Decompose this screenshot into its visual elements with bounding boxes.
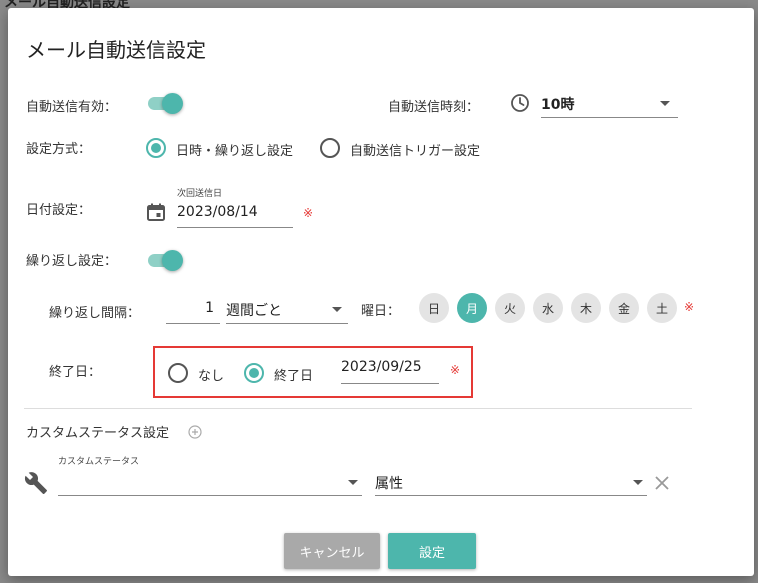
auto-send-time-label: 自動送信時刻： <box>388 100 480 115</box>
weekday-sun[interactable]: 日 <box>419 293 449 323</box>
setting-method-label: 設定方式： <box>26 142 92 157</box>
save-settings-button[interactable]: 設定 <box>388 533 476 569</box>
cancel-button[interactable]: キャンセル <box>284 533 380 569</box>
wrench-icon <box>24 472 47 494</box>
mail-auto-send-dialog: メール自動送信設定 自動送信有効： 自動送信時刻： 10時 設定方式： 日時・繰… <box>8 8 754 576</box>
next-send-date-value: 2023/08/14 <box>177 204 258 220</box>
custom-status-section-title: カスタムステータス設定 <box>26 426 170 441</box>
next-send-date-input[interactable]: 2023/08/14 <box>177 200 293 228</box>
add-circle-icon[interactable] <box>188 425 202 439</box>
end-option-date-label: 終了日 <box>274 369 314 384</box>
repeat-unit-value: 週間ごと <box>226 303 282 319</box>
custom-status-select[interactable] <box>58 468 362 496</box>
attribute-placeholder: 属性 <box>375 476 403 492</box>
repeat-unit-select[interactable]: 週間ごと <box>226 294 348 324</box>
end-radio-none[interactable] <box>168 363 188 383</box>
end-option-none-label: なし <box>198 369 225 384</box>
repeat-interval-label: 繰り返し間隔： <box>49 306 141 321</box>
repeat-setting-toggle[interactable] <box>146 249 184 271</box>
auto-send-time-value: 10時 <box>541 97 575 113</box>
toggle-thumb <box>162 93 183 114</box>
weekday-mon[interactable]: 月 <box>457 293 487 323</box>
date-setting-label: 日付設定： <box>26 203 92 218</box>
calendar-icon[interactable] <box>146 202 166 222</box>
custom-status-field-label: カスタムステータス <box>58 457 140 467</box>
auto-send-enabled-label: 自動送信有効： <box>26 100 118 115</box>
weekday-fri[interactable]: 金 <box>609 293 639 323</box>
repeat-setting-label: 繰り返し設定： <box>26 254 118 269</box>
dialog-title: メール自動送信設定 <box>26 38 206 62</box>
end-date-value: 2023/09/25 <box>341 359 422 375</box>
section-divider <box>24 408 692 409</box>
clock-icon <box>511 94 529 112</box>
end-radio-date[interactable] <box>244 363 264 383</box>
method-option-datetime-label: 日時・繰り返し設定 <box>176 144 294 159</box>
required-mark: ※ <box>684 300 695 314</box>
chevron-down-icon <box>332 307 342 312</box>
repeat-interval-input[interactable]: 1 <box>166 294 220 324</box>
method-option-trigger-label: 自動送信トリガー設定 <box>350 144 481 159</box>
method-radio-datetime[interactable] <box>146 138 166 158</box>
auto-send-time-select[interactable]: 10時 <box>541 90 678 118</box>
weekday-wed[interactable]: 水 <box>533 293 563 323</box>
attribute-select[interactable]: 属性 <box>375 468 647 496</box>
weekday-sat[interactable]: 土 <box>647 293 677 323</box>
auto-send-enabled-toggle[interactable] <box>146 92 184 114</box>
end-date-label: 終了日： <box>49 365 102 380</box>
chevron-down-icon <box>348 480 358 485</box>
weekday-thu[interactable]: 木 <box>571 293 601 323</box>
weekday-tue[interactable]: 火 <box>495 293 525 323</box>
required-mark: ※ <box>303 206 314 220</box>
method-radio-trigger[interactable] <box>320 138 340 158</box>
end-date-input[interactable]: 2023/09/25 <box>341 354 439 384</box>
next-send-date-label: 次回送信日 <box>177 189 223 199</box>
chevron-down-icon <box>660 101 670 106</box>
chevron-down-icon <box>633 480 643 485</box>
toggle-thumb <box>162 250 183 271</box>
repeat-interval-value: 1 <box>205 300 214 316</box>
weekday-label: 曜日： <box>361 304 401 319</box>
close-icon[interactable] <box>654 475 670 491</box>
required-mark: ※ <box>450 363 461 377</box>
